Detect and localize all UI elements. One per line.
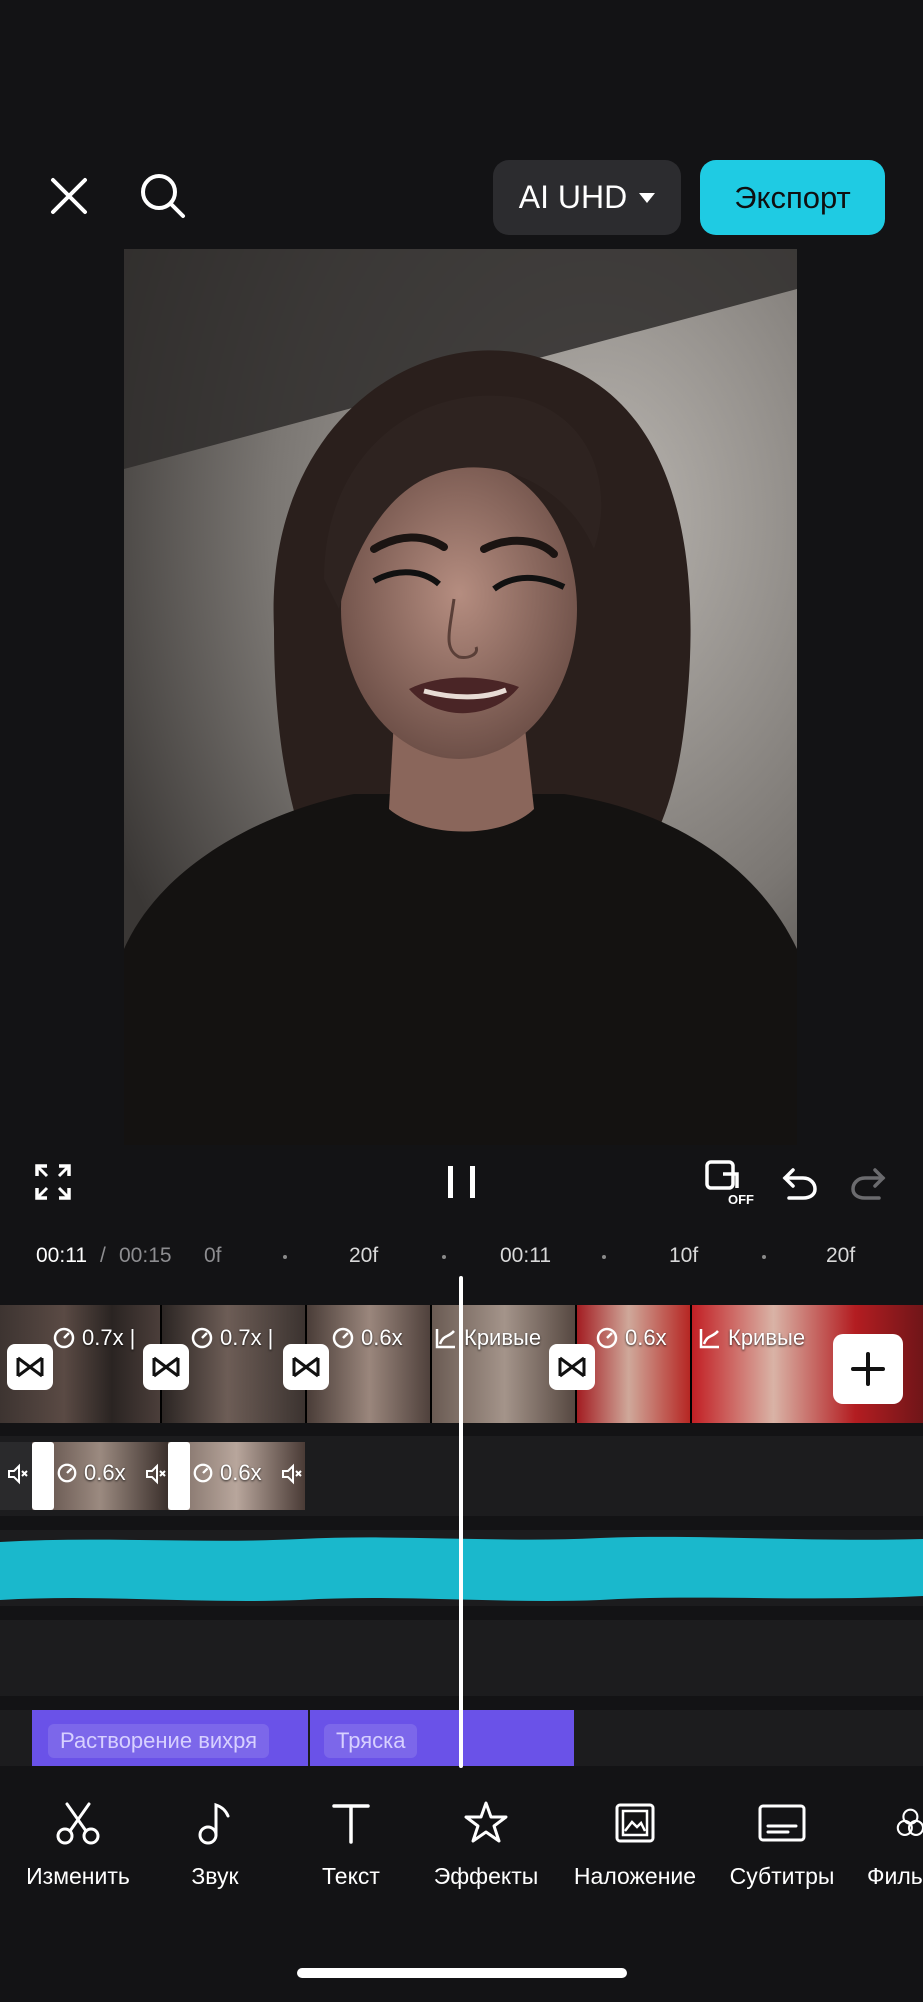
tool-label: Субтитры [729, 1863, 835, 1889]
transition-icon[interactable] [283, 1344, 329, 1390]
overlay-icon [565, 1795, 705, 1851]
music-note-icon [145, 1795, 285, 1851]
chevron-down-icon [639, 192, 656, 203]
tool-audio[interactable]: Звук [145, 1795, 285, 1890]
speed-icon [57, 1463, 77, 1483]
overlay-clip-strip[interactable]: 0.6x 0.6x [0, 1442, 305, 1510]
mute-icon[interactable] [6, 1462, 30, 1491]
mute-icon[interactable] [144, 1462, 168, 1491]
tool-effects[interactable]: Эффекты [416, 1795, 556, 1890]
redo-icon[interactable] [849, 1162, 889, 1202]
tool-filters[interactable]: Филь [853, 1795, 923, 1890]
effect-block[interactable]: Растворение вихря [32, 1710, 308, 1766]
quality-selector[interactable]: AI UHD [493, 160, 681, 235]
tool-overlay[interactable]: Наложение [565, 1795, 705, 1890]
keyframe-off-icon[interactable]: OFF [703, 1158, 755, 1208]
tool-label: Филь [867, 1863, 923, 1889]
ruler-dot [442, 1255, 446, 1259]
speed-icon [332, 1327, 354, 1349]
tool-edit[interactable]: Изменить [8, 1795, 148, 1890]
ruler-dot [762, 1255, 766, 1259]
speed-icon [191, 1327, 213, 1349]
text-icon [281, 1795, 421, 1851]
effect-block[interactable]: Тряска [310, 1710, 574, 1766]
ruler-dot [283, 1255, 287, 1259]
trim-handle-left[interactable] [32, 1442, 54, 1510]
clip-effect-label: Кривые [728, 1325, 806, 1350]
pause-icon[interactable] [444, 1162, 480, 1202]
ruler-label: 00:11 [500, 1244, 551, 1267]
curves-icon [699, 1329, 719, 1349]
add-clip-button[interactable] [833, 1334, 903, 1404]
tool-label: Эффекты [433, 1863, 539, 1889]
tool-label: Изменить [26, 1863, 130, 1889]
effect-label: Растворение вихря [48, 1724, 270, 1758]
clip-speed: 0.7x [82, 1325, 124, 1350]
mute-icon[interactable] [280, 1462, 304, 1491]
current-time: 00:11 [36, 1244, 87, 1267]
clip-speed: 0.6x [361, 1325, 403, 1350]
star-effect-icon [416, 1795, 556, 1851]
tool-text[interactable]: Текст [281, 1795, 421, 1890]
tool-label: Звук [191, 1863, 239, 1889]
fullscreen-icon[interactable] [33, 1162, 73, 1202]
tool-label: Текст [322, 1863, 380, 1889]
transition-icon[interactable] [549, 1344, 595, 1390]
close-icon[interactable] [37, 164, 101, 228]
home-indicator[interactable] [297, 1968, 627, 1978]
scissors-icon [8, 1795, 148, 1851]
speed-icon [53, 1327, 75, 1349]
effect-label: Тряска [324, 1724, 418, 1758]
clip-effect-label: Кривые [464, 1325, 542, 1350]
transition-icon[interactable] [7, 1344, 53, 1390]
ruler-label: 20f [349, 1244, 379, 1267]
ruler-label: 10f [669, 1244, 699, 1267]
speed-icon [193, 1463, 213, 1483]
video-preview [124, 249, 797, 1145]
tool-subtitles[interactable]: Субтитры [712, 1795, 852, 1890]
speed-icon [596, 1327, 618, 1349]
timeline-ruler[interactable]: 00:11 / 00:15 0f 20f 00:11 10f 20f [0, 1232, 923, 1280]
transition-icon[interactable] [143, 1344, 189, 1390]
time-separator: / [100, 1244, 106, 1267]
curves-icon [435, 1329, 455, 1349]
ruler-label: 20f [826, 1244, 856, 1267]
trim-handle-right[interactable] [168, 1442, 190, 1510]
playhead[interactable] [459, 1276, 463, 1768]
undo-icon[interactable] [779, 1162, 819, 1202]
ruler-label: 0f [204, 1244, 222, 1267]
quality-label: AI UHD [518, 179, 628, 215]
clip-speed: 0.7x [220, 1325, 262, 1350]
export-button[interactable]: Экспорт [700, 160, 885, 235]
subtitles-icon [712, 1795, 852, 1851]
keyframe-badge: OFF [728, 1192, 754, 1207]
search-icon[interactable] [131, 164, 195, 228]
overlay-clip-speed: 0.6x [220, 1460, 262, 1485]
total-time: 00:15 [119, 1244, 172, 1267]
tool-label: Наложение [573, 1863, 697, 1889]
filter-icon [853, 1795, 923, 1851]
overlay-clip-speed: 0.6x [84, 1460, 126, 1485]
ruler-dot [602, 1255, 606, 1259]
clip-speed: 0.6x [625, 1325, 667, 1350]
